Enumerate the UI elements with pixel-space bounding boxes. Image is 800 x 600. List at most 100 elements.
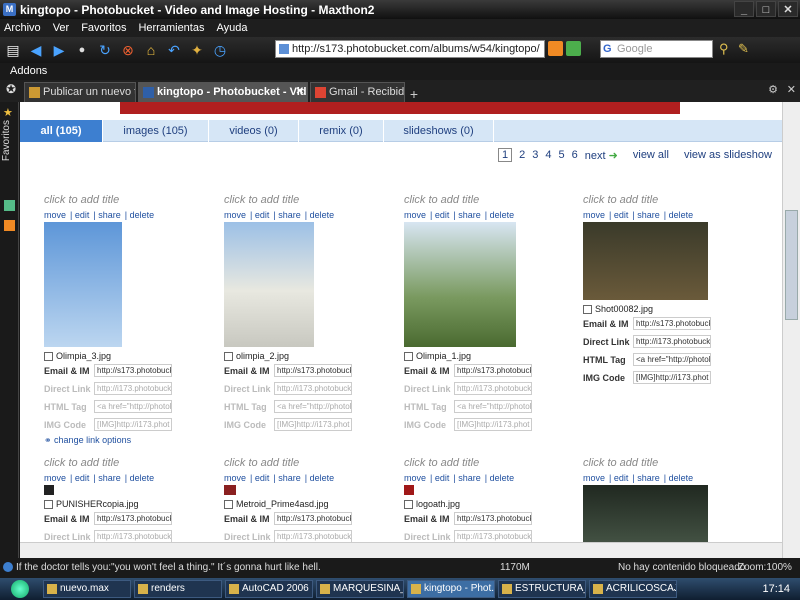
move-link[interactable]: move (44, 473, 66, 483)
address-bar[interactable]: http://s173.photobucket.com/albums/w54/k… (275, 40, 545, 58)
code-field[interactable]: http://i173.photobuck (94, 382, 172, 395)
select-checkbox[interactable] (44, 351, 53, 361)
code-field[interactable]: http://s173.photobuck (94, 364, 172, 377)
change-link-options[interactable]: ⚭ change link options (44, 435, 209, 446)
tools-icon[interactable]: ✦ (187, 40, 207, 60)
feed-icon[interactable] (4, 220, 15, 231)
menu-ver[interactable]: Ver (53, 22, 70, 34)
undo-icon[interactable]: ↶ (164, 40, 184, 60)
code-field[interactable]: http://i173.photobuck (633, 335, 711, 348)
share-link[interactable]: share (98, 210, 121, 220)
favorites-star-icon[interactable]: ★ (3, 106, 13, 119)
photo-thumbnail[interactable] (224, 222, 314, 347)
code-field[interactable]: http://s173.photobuck (454, 364, 532, 377)
menu-ayuda[interactable]: Ayuda (216, 22, 247, 34)
code-field[interactable]: http://i173.photobuck (274, 382, 352, 395)
menu-herramientas[interactable]: Herramientas (138, 22, 204, 34)
tab-all[interactable]: all (105) (20, 120, 103, 142)
photo-thumbnail[interactable] (583, 485, 708, 542)
code-field[interactable]: <a href="http://photol (94, 400, 172, 413)
maximize-button[interactable]: □ (756, 1, 776, 17)
photo-thumbnail[interactable] (404, 485, 414, 495)
share-link[interactable]: share (637, 210, 660, 220)
photo-title[interactable]: click to add title (583, 457, 748, 469)
new-tab-icon[interactable]: + (405, 86, 423, 102)
code-field[interactable]: http://s173.photobuck (633, 317, 711, 330)
tab-close-icon[interactable]: ✕ (787, 83, 796, 96)
menu-favoritos[interactable]: Favoritos (81, 22, 126, 34)
code-field[interactable]: [IMG]http://i173.phot (94, 418, 172, 431)
taskbar-item[interactable]: kingtopo - Phot... (407, 580, 495, 598)
move-link[interactable]: move (224, 473, 246, 483)
photo-thumbnail[interactable] (404, 222, 516, 347)
move-link[interactable]: move (583, 473, 605, 483)
tab-publicar[interactable]: Publicar un nuevo tema (24, 82, 136, 102)
close-window-button[interactable]: ✕ (778, 1, 798, 17)
vertical-scrollbar[interactable] (782, 102, 800, 558)
slideshow-link[interactable]: view as slideshow (684, 149, 772, 161)
code-field[interactable]: [IMG]http://i173.phot (454, 418, 532, 431)
share-link[interactable]: share (458, 473, 481, 483)
code-field[interactable]: http://i173.photobuck (274, 530, 352, 542)
home-icon[interactable]: ⌂ (141, 40, 161, 60)
delete-link[interactable]: delete (669, 473, 694, 483)
tab-slideshows[interactable]: slideshows (0) (384, 120, 494, 142)
taskbar-item[interactable]: ACRILICOSCAJ... (589, 580, 677, 598)
tab-kingtopo[interactable]: kingtopo - Photobucket - Vid... ✕ (138, 82, 308, 102)
edit-link[interactable]: edit (614, 210, 629, 220)
start-button[interactable] (0, 578, 40, 600)
code-field[interactable]: [IMG]http://i173.phot (633, 371, 711, 384)
delete-link[interactable]: delete (669, 210, 694, 220)
code-field[interactable]: http://s173.photobuck (274, 512, 352, 525)
page-link-3[interactable]: 3 (532, 149, 538, 161)
tab-tools-icon[interactable]: ⚙ (768, 83, 778, 96)
go-icon[interactable] (566, 41, 581, 56)
zoom-level[interactable]: Zoom:100% (738, 562, 792, 573)
move-link[interactable]: move (583, 210, 605, 220)
addons-label[interactable]: Addons (10, 65, 47, 77)
close-tab-icon[interactable]: ✕ (296, 86, 304, 97)
edit-link[interactable]: edit (435, 473, 450, 483)
taskbar-item[interactable]: nuevo.max (43, 580, 131, 598)
back-icon[interactable]: ◀ (26, 40, 46, 60)
code-field[interactable]: http://s173.photobuck (454, 512, 532, 525)
view-all-link[interactable]: view all (633, 149, 669, 161)
rss-icon[interactable] (548, 41, 563, 56)
photo-title[interactable]: click to add title (44, 194, 209, 206)
delete-link[interactable]: delete (130, 473, 155, 483)
forward-icon[interactable]: ▶ (49, 40, 69, 60)
move-link[interactable]: move (404, 473, 426, 483)
taskbar-item[interactable]: MARQUESINA_... (316, 580, 404, 598)
tab-images[interactable]: images (105) (103, 120, 209, 142)
photo-title[interactable]: click to add title (583, 194, 748, 206)
page-link-2[interactable]: 2 (519, 149, 525, 161)
photo-title[interactable]: click to add title (224, 194, 389, 206)
blocked-status[interactable]: No hay contenido bloqueado (618, 562, 745, 573)
edit-link[interactable]: edit (75, 473, 90, 483)
code-field[interactable]: http://i173.photobuck (454, 530, 532, 542)
ad-banner[interactable] (120, 102, 680, 114)
sidebar-label[interactable]: Favoritos (1, 120, 12, 161)
code-field[interactable]: <a href="http://photol (454, 400, 532, 413)
select-checkbox[interactable] (404, 351, 413, 361)
share-link[interactable]: share (278, 473, 301, 483)
photo-thumbnail[interactable] (224, 485, 236, 495)
page-link-6[interactable]: 6 (572, 149, 578, 161)
photo-thumbnail[interactable] (44, 485, 54, 495)
page-link-5[interactable]: 5 (559, 149, 565, 161)
select-checkbox[interactable] (224, 499, 233, 509)
history-icon[interactable]: ◷ (210, 40, 230, 60)
horizontal-scrollbar[interactable] (20, 542, 782, 558)
code-field[interactable]: http://s173.photobuck (94, 512, 172, 525)
photo-thumbnail[interactable] (44, 222, 122, 347)
code-field[interactable]: <a href="http://photol (274, 400, 352, 413)
page-link-4[interactable]: 4 (545, 149, 551, 161)
code-field[interactable]: http://s173.photobuck (274, 364, 352, 377)
user-icon[interactable] (4, 200, 15, 211)
taskbar-item[interactable]: ESTRUCTURA_... (498, 580, 586, 598)
photo-thumbnail[interactable] (583, 222, 708, 300)
code-field[interactable]: [IMG]http://i173.phot (274, 418, 352, 431)
edit-link[interactable]: edit (614, 473, 629, 483)
share-link[interactable]: share (458, 210, 481, 220)
menu-archivo[interactable]: Archivo (4, 22, 41, 34)
